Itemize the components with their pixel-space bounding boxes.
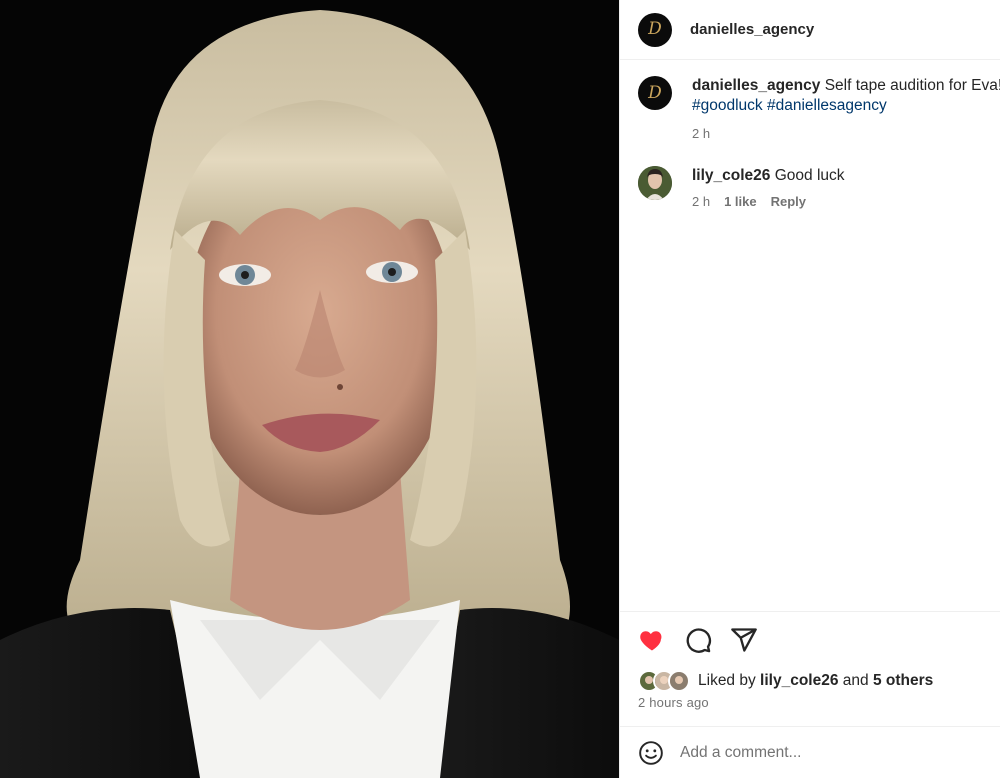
logo-letter: D — [648, 19, 662, 39]
smiley-icon[interactable] — [638, 740, 664, 766]
comment-text: Good luck — [774, 167, 845, 184]
logo-letter: D — [648, 82, 662, 103]
portrait-photo — [0, 0, 619, 778]
comment-likes[interactable]: 1 like — [724, 192, 757, 212]
hashtag-link[interactable]: #goodluck — [692, 97, 763, 114]
reply-button[interactable]: Reply — [771, 192, 806, 212]
liked-by-prefix: Liked by — [698, 672, 756, 689]
liked-by-and: and — [842, 672, 869, 689]
comment-bubble-icon[interactable] — [684, 626, 712, 654]
avatar-photo — [638, 166, 672, 200]
caption-username[interactable]: danielles_agency — [692, 77, 820, 94]
hashtag-link[interactable]: #daniellesagency — [767, 97, 887, 114]
liked-by-others[interactable]: 5 others — [873, 672, 933, 690]
liked-by-user[interactable]: lily_cole26 — [760, 672, 838, 690]
action-bar — [638, 626, 758, 654]
comment-item: lily_cole26 Good luck 2 h 1 like Reply — [638, 166, 845, 212]
commenter-avatar[interactable] — [638, 166, 672, 200]
caption-time: 2 h — [692, 126, 711, 141]
caption-text: Self tape audition for Eva! — [824, 77, 1000, 94]
post-image[interactable] — [0, 0, 619, 778]
liked-by: Liked by lily_cole26 and 5 others — [638, 670, 933, 692]
caption-avatar[interactable]: D — [638, 76, 672, 110]
paper-plane-icon[interactable] — [730, 626, 758, 654]
header-username[interactable]: danielles_agency — [690, 21, 814, 38]
account-avatar[interactable]: D — [638, 12, 672, 47]
post-details-panel: D danielles_agency D danielles_agency Se… — [619, 0, 1000, 778]
comment-username[interactable]: lily_cole26 — [692, 167, 770, 184]
divider — [620, 611, 1000, 612]
avatar — [668, 670, 690, 692]
add-comment-bar — [638, 740, 970, 766]
comment-time: 2 h — [692, 194, 711, 209]
post-timestamp: 2 hours ago — [638, 695, 709, 710]
liker-avatars[interactable] — [638, 670, 690, 692]
comment-input[interactable] — [680, 744, 970, 762]
caption: D danielles_agency Self tape audition fo… — [638, 76, 1000, 144]
post-header: D danielles_agency — [620, 0, 1000, 60]
divider — [620, 726, 1000, 727]
heart-filled-icon[interactable] — [638, 626, 666, 654]
